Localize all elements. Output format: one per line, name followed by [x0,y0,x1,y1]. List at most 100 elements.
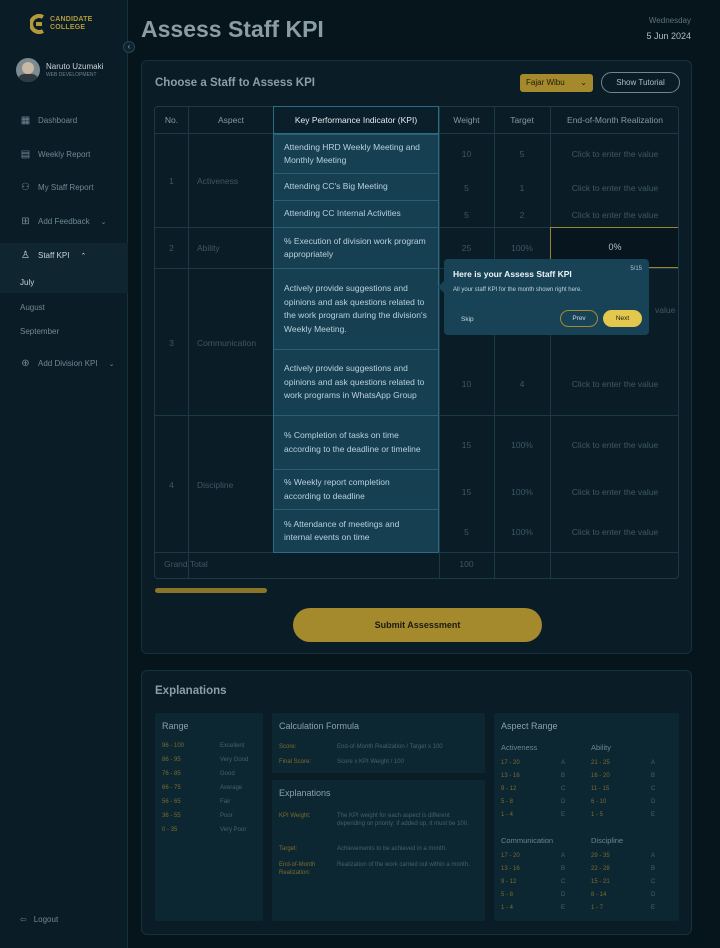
show-tutorial-button[interactable]: Show Tutorial [601,72,680,93]
horizontal-scrollbar[interactable] [155,588,267,593]
row-aspect: Ability [197,243,220,253]
aspect-range-grade: D [651,892,656,898]
logout-icon: ⇦ [20,915,27,924]
aspect-range-row: 1 - 5 E [591,812,655,818]
divider [494,107,495,578]
aspect-range-grade: C [651,879,656,885]
aspect-range-row: 6 - 10 D [591,799,655,805]
sidebar-item-add-division-kpi[interactable]: ⊕ Add Division KPI ⌄ [20,358,120,369]
user-profile[interactable]: Naruto Uzumaki WEB DEVELOPMENT [16,58,103,82]
aspect-range-grade: A [561,853,566,859]
staff-select[interactable]: Fajar Wibu ⌄ [520,74,593,92]
logout-button[interactable]: ⇦ Logout [20,915,58,924]
sidebar-item-weekly-report[interactable]: ▤ Weekly Report [20,149,120,160]
aspect-range-row: 29 - 35 A [591,853,655,859]
aspect-range-value: 9 - 12 [501,879,517,885]
sidebar-item-my-staff-report[interactable]: ⚇ My Staff Report [20,182,120,193]
page-title: Assess Staff KPI [141,16,324,42]
aspect-range-value: 1 - 4 [501,905,514,911]
row-target: 100% [511,527,533,537]
next-button[interactable]: Next [603,310,642,327]
range-row: 76 - 85 Good [162,771,258,777]
sidebar-item-add-feedback[interactable]: ⊞ Add Feedback ⌄ [20,216,120,227]
range-label: Very Poor [220,827,247,833]
explanation-box-title: Explanations [279,788,331,798]
grand-total-label: Grand Total [164,559,208,569]
formula-value: Score x KPI Weight / 100 [337,759,404,765]
range-row: 36 - 55 Poor [162,813,258,819]
aspect-range-row: 17 - 20 A [501,853,565,859]
range-row: 86 - 95 Very Good [162,757,258,763]
range-label: Very Good [220,757,249,763]
range-label: Average [220,785,243,791]
explanation-value: Achievements to be achieved in a month. [337,846,447,852]
realization-input[interactable]: value [655,305,678,315]
realization-input[interactable]: Click to enter the value [550,527,678,537]
realization-input[interactable]: Click to enter the value [550,149,678,159]
aspect-range-grade: A [561,760,566,766]
row-no: 3 [169,338,174,348]
brand-logo[interactable]: CANDIDATE COLLEGE [29,14,93,34]
row-weight: 10 [461,379,472,389]
submit-assessment-button[interactable]: Submit Assessment [293,608,542,642]
sidebar-subitem-september[interactable]: September [20,327,59,336]
realization-input[interactable]: Click to enter the value [550,183,678,193]
aspect-range-grade: D [561,892,566,898]
aspect-range-row: 21 - 25 A [591,760,655,766]
formula-label: Score: [279,744,297,750]
row-aspect: Communication [197,338,257,348]
range-box: Range 96 - 100 Excellent 86 - 95 Very Good… [155,713,263,921]
range-value: 66 - 75 [162,785,181,791]
aspect-range-value: 9 - 12 [501,786,517,792]
sidebar-item-label: My Staff Report [38,183,94,192]
sidebar-item-dashboard[interactable]: ▦ Dashboard [20,115,120,126]
row-target: 4 [519,379,525,389]
chevron-down-icon: ⌄ [580,78,587,87]
aspect-range-row: 13 - 16 B [501,866,565,872]
aspect-range-grade: C [651,786,656,792]
popover-title: Here is your Assess Staff KPI [453,269,572,279]
range-label: Fair [220,799,231,805]
aspect-range-value: 5 - 8 [501,799,514,805]
row-weight: 15 [461,440,472,450]
header-day: Wednesday [648,16,691,25]
sidebar-item-staff-kpi[interactable]: ♙ Staff KPI ⌃ [20,250,120,261]
aspect-range-grade: E [651,905,656,911]
explanation-label: End-of-Month Realization: [279,862,316,876]
aspect-range-title: Aspect Range [501,721,558,731]
aspect-range-value: 21 - 25 [591,760,610,766]
col-header-kpi: Key Performance Indicator (KPI) [274,107,438,134]
sidebar-subitem-august[interactable]: August [20,303,45,312]
realization-input[interactable]: Click to enter the value [550,379,678,389]
aspect-range-value: 17 - 20 [501,760,520,766]
profile-role: WEB DEVELOPMENT [46,72,97,78]
aspect-range-value: 16 - 20 [591,773,610,779]
tutorial-popover: Here is your Assess Staff KPI 5/15 All y… [438,259,649,335]
realization-input[interactable]: Click to enter the value [550,487,678,497]
explanation-row: End-of-Month Realization: Realization of … [279,861,477,877]
row-weight: 5 [464,183,469,193]
sidebar-item-label: Dashboard [38,116,78,125]
row-no: 4 [169,480,174,490]
col-header-target: Target [494,107,550,134]
realization-input[interactable]: Click to enter the value [550,210,678,220]
sidebar-item-label: Staff KPI [38,251,70,260]
range-value: 76 - 85 [162,771,181,777]
range-value: 86 - 95 [162,757,181,763]
aspect-range-value: 13 - 16 [501,773,520,779]
aspect-range-row: 15 - 21 C [591,879,655,885]
aspect-range-value: 15 - 21 [591,879,610,885]
col-header-weight: Weight [439,107,494,134]
grand-total-weight: 100 [459,559,474,569]
aspect-range-value: 5 - 8 [501,892,514,898]
row-weight: 5 [464,527,469,537]
aspect-range-box: Aspect Range Activeness 17 - 20 A 13 - 16… [494,713,679,921]
prev-button[interactable]: Prev [560,310,598,327]
skip-button[interactable]: Skip [461,316,474,323]
explanations-card: Explanations Range 96 - 100 Excellent 86 … [141,670,692,935]
kpi-cell: % Weekly report completion according to … [274,469,438,509]
realization-input[interactable]: Click to enter the value [550,440,678,450]
sidebar-subitem-july[interactable]: July [20,278,34,287]
sidebar-collapse-button[interactable]: ‹ [123,41,135,53]
aspect-range-row: 9 - 12 C [501,879,565,885]
